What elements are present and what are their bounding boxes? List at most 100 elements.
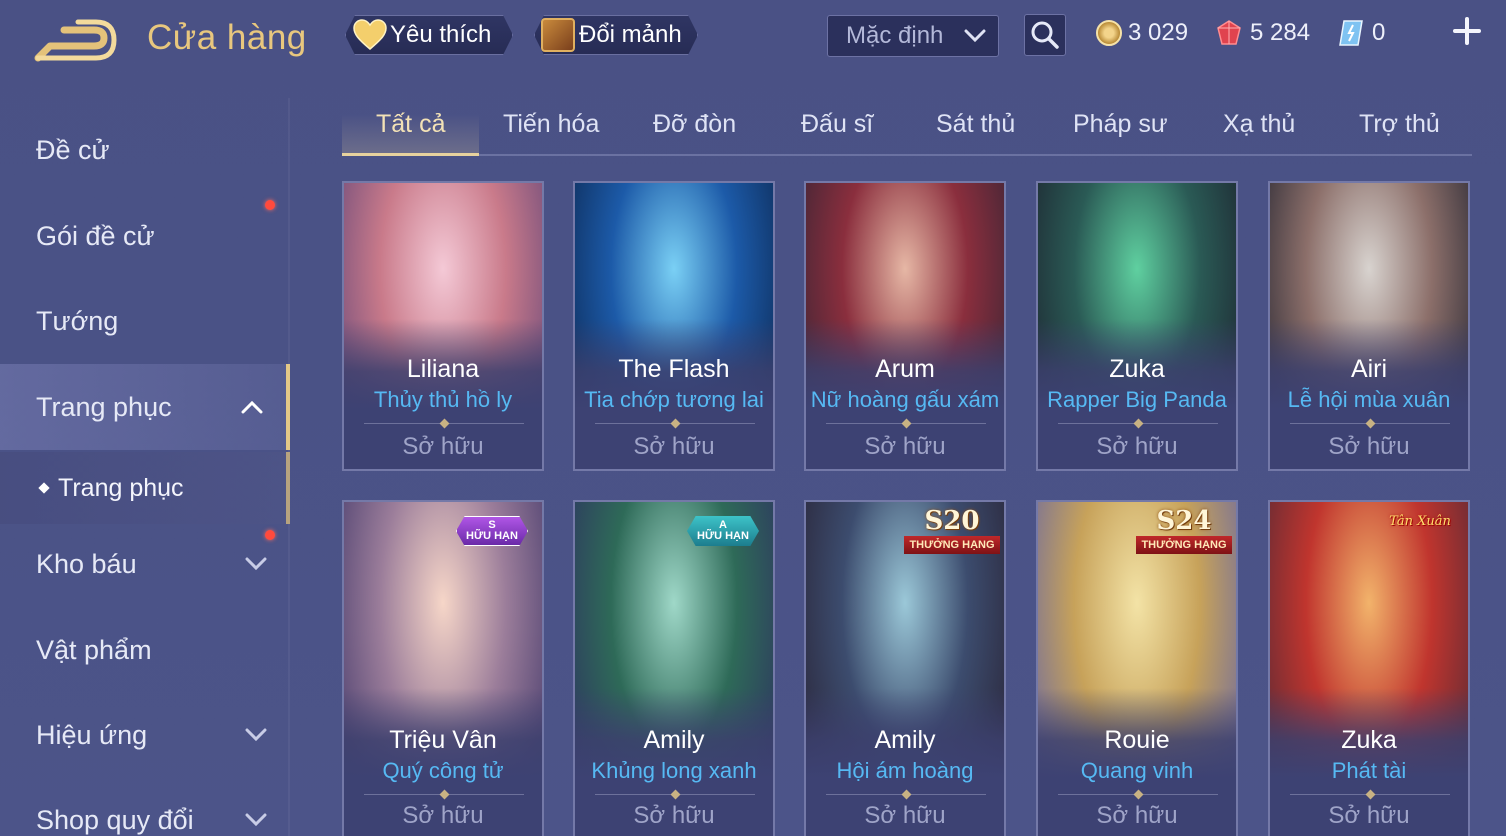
ownership-status: Sở hữu (633, 433, 715, 460)
skin-name: Quý công tử (382, 758, 504, 783)
gem-amount: 5 284 (1250, 19, 1311, 46)
hero-name: Liliana (406, 355, 480, 383)
skin-card[interactable]: Zuka Rapper Big Panda Sở hữu (1036, 181, 1238, 471)
sidebar-item-effects[interactable]: Hiệu ứng (0, 695, 290, 775)
notification-dot (265, 530, 275, 540)
hero-name: Arum (875, 355, 935, 383)
ownership-status: Sở hữu (402, 433, 484, 460)
tab-tank[interactable]: Đỡ đòn (653, 110, 736, 139)
hero-name: Triệu Vân (389, 726, 497, 754)
back-button[interactable] (34, 18, 118, 64)
sidebar-item-label: Đề cử (36, 134, 110, 165)
sidebar-item-heroes[interactable]: Tướng (0, 281, 290, 361)
hero-name: The Flash (618, 355, 730, 383)
skin-card[interactable]: The Flash Tia chớp tương lai Sở hữu (573, 181, 775, 471)
treasure-box-icon (541, 18, 575, 52)
page-title: Cửa hàng (147, 18, 307, 57)
active-tab-underline (342, 153, 479, 156)
skin-name: Quang vinh (1080, 758, 1194, 783)
skin-card[interactable]: S HỮU HẠN Triệu Vân Quý công tử Sở hữu (342, 500, 544, 836)
ownership-status: Sở hữu (864, 433, 946, 460)
sidebar-item-label: Gói đề cử (36, 220, 155, 251)
tab-mage[interactable]: Pháp sư (1073, 110, 1168, 139)
hero-name: Zuka (1109, 355, 1165, 383)
sort-dropdown[interactable]: Mặc định (827, 15, 999, 57)
tab-all[interactable]: Tất cả (376, 110, 445, 139)
sidebar-item-label: Trang phục (36, 391, 172, 422)
tab-evolution[interactable]: Tiến hóa (503, 110, 599, 139)
season-reward-badge: S20 THƯỞNG HẠNG (904, 506, 1000, 560)
skin-name: Tia chớp tương lai (584, 387, 764, 412)
skin-name: Khủng long xanh (591, 758, 757, 783)
sidebar-item-skins[interactable]: Trang phục (0, 364, 290, 450)
sidebar-subitem-label: Trang phục (58, 473, 184, 502)
hero-name: Airi (1350, 355, 1388, 383)
sidebar-item-label: Kho báu (36, 548, 137, 579)
skin-card[interactable]: Arum Nữ hoàng gấu xám Sở hữu (804, 181, 1006, 471)
sidebar-item-label: Shop quy đổi (36, 804, 194, 835)
exchange-label: Đổi mảnh (579, 21, 682, 48)
badge-label: HỮU HẠN (466, 530, 518, 542)
tab-support[interactable]: Trợ thủ (1359, 110, 1440, 139)
sidebar-item-recommended-packs[interactable]: Gói đề cử (0, 196, 290, 276)
voucher-amount: 0 (1372, 19, 1386, 46)
hero-name: Rouie (1104, 726, 1170, 754)
limited-rank-badge: S HỮU HẠN (456, 516, 528, 546)
sidebar-item-label: Tướng (36, 305, 119, 336)
ownership-status: Sở hữu (1096, 433, 1178, 460)
season-reward-badge: S24 THƯỞNG HẠNG (1136, 506, 1232, 560)
sidebar-item-label: Vật phẩm (36, 634, 152, 665)
sidebar-item-recommended[interactable]: Đề cử (0, 110, 290, 190)
top-bar: Cửa hàng Yêu thích Đổi mảnh Mặc định 3 0… (0, 0, 1506, 78)
skin-card[interactable]: A HỮU HẠN Amily Khủng long xanh Sở hữu (573, 500, 775, 836)
ownership-status: Sở hữu (1328, 433, 1410, 460)
sidebar-item-label: Hiệu ứng (36, 719, 148, 750)
sidebar-item-exchange-shop[interactable]: Shop quy đổi (0, 780, 290, 836)
sidebar-item-treasure[interactable]: Kho báu (0, 524, 290, 604)
chevron-down-icon (245, 728, 267, 741)
limited-rank-badge: A HỮU HẠN (687, 516, 759, 546)
heart-icon (352, 19, 388, 51)
ownership-status: Sở hữu (864, 802, 946, 829)
search-button[interactable] (1024, 14, 1066, 56)
badge-label: HỮU HẠN (697, 530, 749, 542)
coin-icon (1096, 20, 1122, 46)
season-label: THƯỞNG HẠNG (1136, 536, 1232, 554)
sort-value: Mặc định (846, 22, 944, 49)
sidebar: Đề cử Gói đề cử Tướng Trang phục Trang p… (0, 98, 290, 836)
exchange-fragments-button[interactable]: Đổi mảnh (534, 15, 698, 55)
gem-balance: 5 284 (1216, 16, 1310, 50)
skin-card[interactable]: S24 THƯỞNG HẠNG Rouie Quang vinh Sở hữu (1036, 500, 1238, 836)
sidebar-item-items[interactable]: Vật phẩm (0, 610, 290, 690)
hero-name: Zuka (1341, 726, 1397, 754)
skin-name: Hội ám hoàng (836, 758, 974, 783)
ownership-status: Sở hữu (1096, 802, 1178, 829)
skin-card[interactable]: S20 THƯỞNG HẠNG Amily Hội ám hoàng Sở hữu (804, 500, 1006, 836)
hero-name: Amily (874, 726, 936, 754)
sidebar-subitem-skins[interactable]: Trang phục (0, 452, 290, 524)
search-icon (1031, 21, 1059, 49)
skin-card[interactable]: Tân Xuân Zuka Phát tài Sở hữu (1268, 500, 1470, 836)
season-label: THƯỞNG HẠNG (904, 536, 1000, 554)
skin-name: Rapper Big Panda (1047, 387, 1227, 412)
skin-card[interactable]: Airi Lễ hội mùa xuân Sở hữu (1268, 181, 1470, 471)
season-number: S20 (924, 506, 980, 536)
ownership-status: Sở hữu (1328, 802, 1410, 829)
notification-dot (265, 200, 275, 210)
chevron-down-icon (964, 29, 986, 43)
tab-marksman[interactable]: Xạ thủ (1223, 110, 1295, 139)
skin-name: Nữ hoàng gấu xám (810, 387, 1000, 412)
season-number: S24 (1156, 506, 1212, 536)
skin-card[interactable]: Liliana Thủy thủ hồ ly Sở hữu (342, 181, 544, 471)
coin-amount: 3 029 (1128, 19, 1189, 46)
favorites-label: Yêu thích (390, 21, 492, 48)
plus-icon[interactable] (1452, 16, 1482, 46)
favorites-button[interactable]: Yêu thích (345, 15, 513, 55)
hero-name: Amily (643, 726, 705, 754)
role-tabs: Tất cả Tiến hóa Đỡ đòn Đấu sĩ Sát thủ Ph… (342, 100, 1472, 156)
chevron-down-icon (245, 813, 267, 826)
skin-name: Phát tài (1331, 758, 1407, 783)
tab-assassin[interactable]: Sát thủ (936, 110, 1015, 139)
chevron-up-icon (241, 400, 263, 414)
tab-fighter[interactable]: Đấu sĩ (801, 110, 873, 139)
